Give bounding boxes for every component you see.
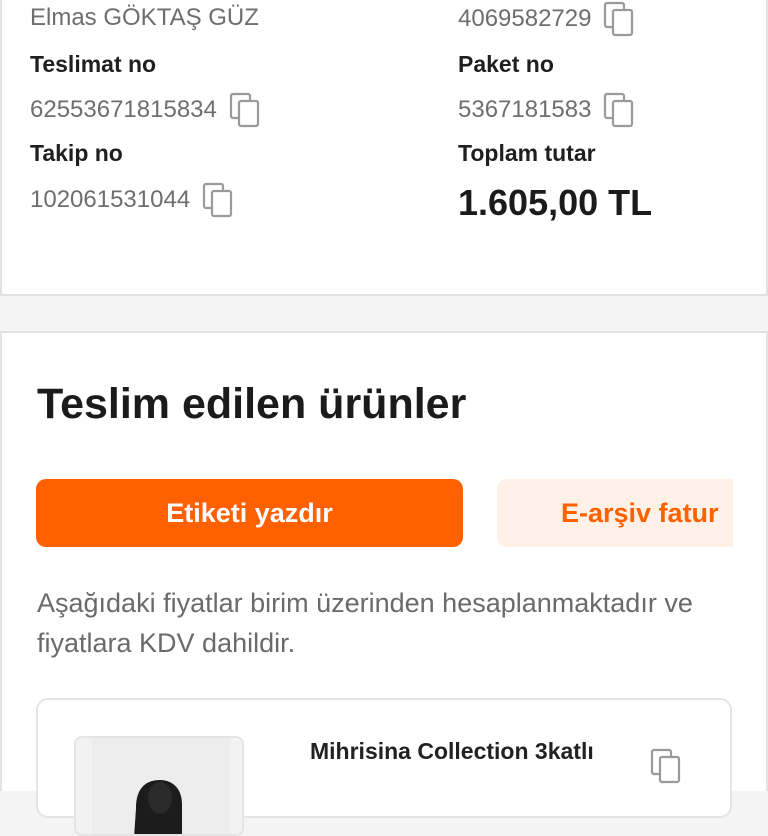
- order-no-value: 4069582729: [458, 5, 592, 32]
- package-no-label: Paket no: [458, 51, 554, 77]
- package-no-row: 5367181583: [458, 92, 635, 128]
- order-info-card: Elmas GÖKTAŞ GÜZ 4069582729 Teslimat no …: [0, 0, 768, 296]
- tracking-no-row: 102061531044: [30, 182, 234, 218]
- copy-icon[interactable]: [650, 748, 682, 789]
- product-card[interactable]: Mihrisina Collection 3katlı: [36, 698, 732, 836]
- section-title: Teslim edilen ürünler: [37, 380, 467, 428]
- delivery-no-label: Teslimat no: [30, 51, 157, 77]
- copy-icon[interactable]: [202, 182, 234, 218]
- total-label: Toplam tutar: [458, 140, 596, 166]
- customer-name: Elmas GÖKTAŞ GÜZ: [30, 4, 259, 31]
- tracking-no-label: Takip no: [30, 140, 123, 166]
- delivery-no-row: 62553671815834: [30, 92, 261, 128]
- total-value: 1.605,00 TL: [458, 182, 653, 223]
- package-no-value: 5367181583: [458, 96, 592, 123]
- product-image[interactable]: [74, 736, 244, 836]
- tracking-no-value: 102061531044: [30, 186, 191, 213]
- product-title: Mihrisina Collection 3katlı: [310, 738, 594, 764]
- order-no-row: 4069582729: [458, 1, 635, 37]
- delivery-no-value: 62553671815834: [30, 96, 217, 123]
- print-label-button[interactable]: Etiketi yazdır: [36, 479, 463, 547]
- price-note: Aşağıdaki fiyatlar birim üzerinden hesap…: [37, 588, 693, 658]
- copy-icon[interactable]: [229, 92, 261, 128]
- copy-icon[interactable]: [603, 92, 635, 128]
- einvoice-button[interactable]: E-arşiv fatur: [497, 479, 733, 547]
- copy-icon[interactable]: [603, 1, 635, 37]
